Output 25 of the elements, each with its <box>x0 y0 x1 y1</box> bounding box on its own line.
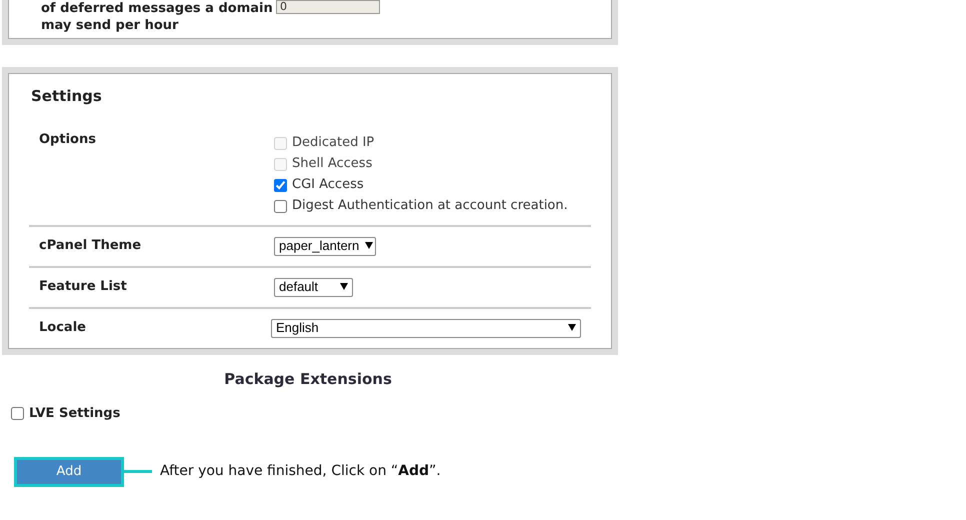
field-label: Options <box>39 132 96 146</box>
caret-icon <box>340 283 348 290</box>
field-label: Feature List <box>39 279 127 294</box>
field-label: of deferred messages a domain may send per hour <box>41 1 273 33</box>
checkbox-label: Digest Authentication at account creation. <box>292 197 568 216</box>
leader-line <box>124 470 152 473</box>
checkbox[interactable] <box>274 178 287 192</box>
add-button[interactable]: Add <box>14 456 124 486</box>
caret-icon <box>568 324 576 332</box>
select-dropdown[interactable]: paper_lantern <box>274 236 376 256</box>
checkbox-label: Shell Access <box>292 155 372 174</box>
checkbox[interactable] <box>274 200 287 212</box>
section-title: Package Extensions <box>224 370 392 388</box>
checkbox-label: Dedicated IP <box>292 134 374 152</box>
select-dropdown[interactable]: English <box>270 318 581 338</box>
instruction-text: After you have finished, Click on “Add”. <box>160 462 441 481</box>
input-field[interactable]: 0 <box>276 0 380 14</box>
field-label: cPanel Theme <box>39 238 142 254</box>
checkbox-label: CGI Access <box>292 176 364 194</box>
section-title: Settings <box>31 86 103 107</box>
caret-icon <box>365 242 374 250</box>
select-dropdown[interactable]: default <box>274 278 353 296</box>
checkbox[interactable] <box>11 407 24 420</box>
field-label: Locale <box>39 320 86 336</box>
checkbox-label: LVE Settings <box>29 405 120 423</box>
